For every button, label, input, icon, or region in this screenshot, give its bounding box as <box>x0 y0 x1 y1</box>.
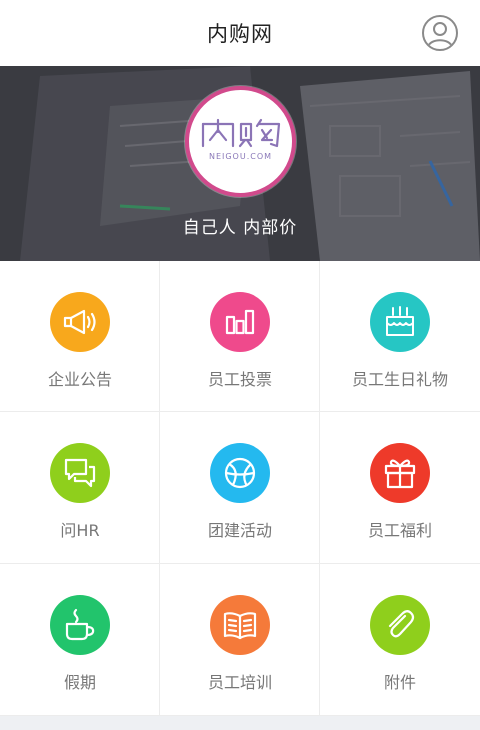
brand-logo: NEIGOU.COM <box>185 86 296 197</box>
page-title: 内购网 <box>207 22 273 46</box>
paperclip-icon <box>388 610 415 638</box>
menu-item-employee-vote[interactable]: 员工投票 <box>160 261 320 412</box>
menu-item-label: 问HR <box>60 521 100 540</box>
ball-icon <box>224 457 256 489</box>
gift-icon <box>384 459 416 489</box>
menu-item-attachments[interactable]: 附件 <box>320 564 480 716</box>
menu-icon-circle <box>50 443 110 503</box>
chat-bubbles-icon <box>64 458 96 488</box>
menu-item-vacation[interactable]: 假期 <box>0 564 160 716</box>
user-avatar-icon[interactable] <box>422 15 458 51</box>
brand-subtext: NEIGOU.COM <box>208 152 273 161</box>
menu-item-label: 员工投票 <box>207 370 272 389</box>
menu-item-label: 员工生日礼物 <box>351 370 448 389</box>
coffee-cup-icon <box>65 608 95 641</box>
top-bar: 内购网 <box>0 0 480 66</box>
menu-icon-circle <box>50 595 110 655</box>
hero-banner: NEIGOU.COM 自己人 内部价 <box>0 66 480 261</box>
megaphone-icon <box>63 309 96 335</box>
menu-item-employee-training[interactable]: 员工培训 <box>160 564 320 716</box>
birthday-cake-icon <box>386 306 414 336</box>
menu-item-ask-hr[interactable]: 问HR <box>0 412 160 564</box>
menu-icon-circle <box>50 292 110 352</box>
menu-item-label: 团建活动 <box>207 521 272 540</box>
menu-icon-circle <box>210 443 270 503</box>
banner-slogan: 自己人 内部价 <box>182 218 298 238</box>
menu-item-announcements[interactable]: 企业公告 <box>0 261 160 412</box>
menu-icon-circle <box>210 595 270 655</box>
menu-item-label: 员工福利 <box>367 521 432 540</box>
menu-item-employee-benefits[interactable]: 员工福利 <box>320 412 480 564</box>
brand-logo-mark <box>201 118 281 148</box>
bar-chart-icon <box>225 309 255 335</box>
menu-icon-circle <box>370 595 430 655</box>
menu-item-label: 附件 <box>383 673 416 692</box>
book-icon <box>223 612 257 640</box>
menu-item-birthday-gift[interactable]: 员工生日礼物 <box>320 261 480 412</box>
menu-item-label: 假期 <box>63 673 96 692</box>
menu-item-team-building[interactable]: 团建活动 <box>160 412 320 564</box>
menu-icon-circle <box>370 443 430 503</box>
menu-item-label: 员工培训 <box>207 673 272 692</box>
menu-icon-circle <box>370 292 430 352</box>
bottom-divider-strip <box>0 716 480 730</box>
feature-menu-grid: 企业公告 员工投票 员工生日礼物 问HR 团建活动 员工福利 假期 员工培训 附… <box>0 261 480 716</box>
menu-icon-circle <box>210 292 270 352</box>
menu-item-label: 企业公告 <box>47 370 112 389</box>
